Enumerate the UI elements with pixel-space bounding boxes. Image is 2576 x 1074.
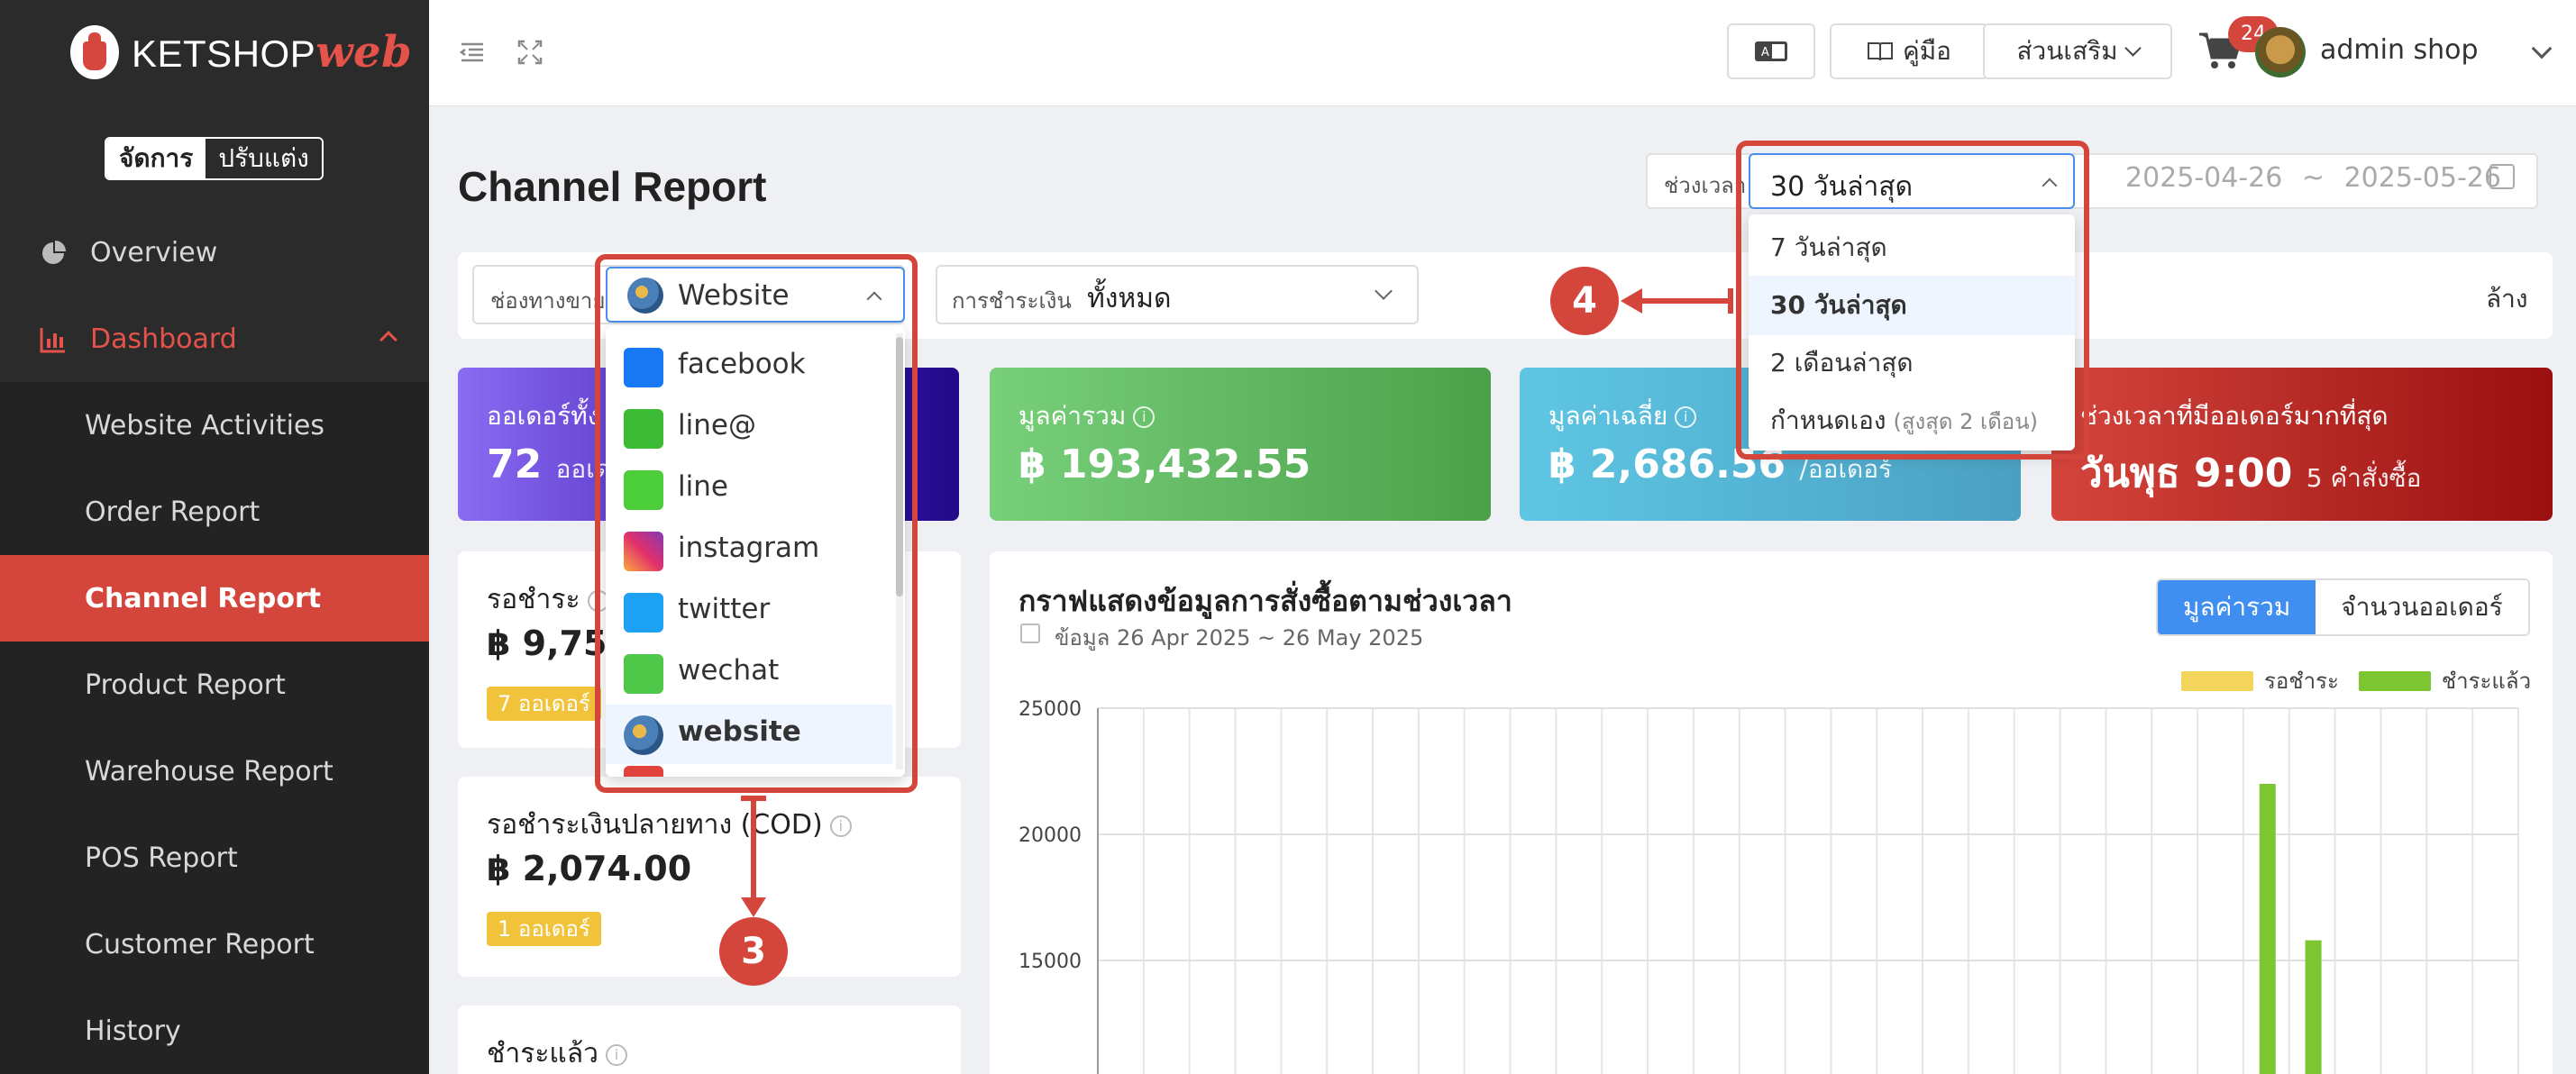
annotation-arrows <box>741 288 1733 917</box>
arrow-3-head <box>741 897 766 917</box>
annotation-marker-4: 4 <box>1550 267 1619 335</box>
app-root: KETSHOPweb จัดการ ปรับแต่ง Overview Dash… <box>0 0 2576 1074</box>
annotation-marker-3: 3 <box>719 917 788 986</box>
arrow-4-head <box>1621 288 1642 314</box>
